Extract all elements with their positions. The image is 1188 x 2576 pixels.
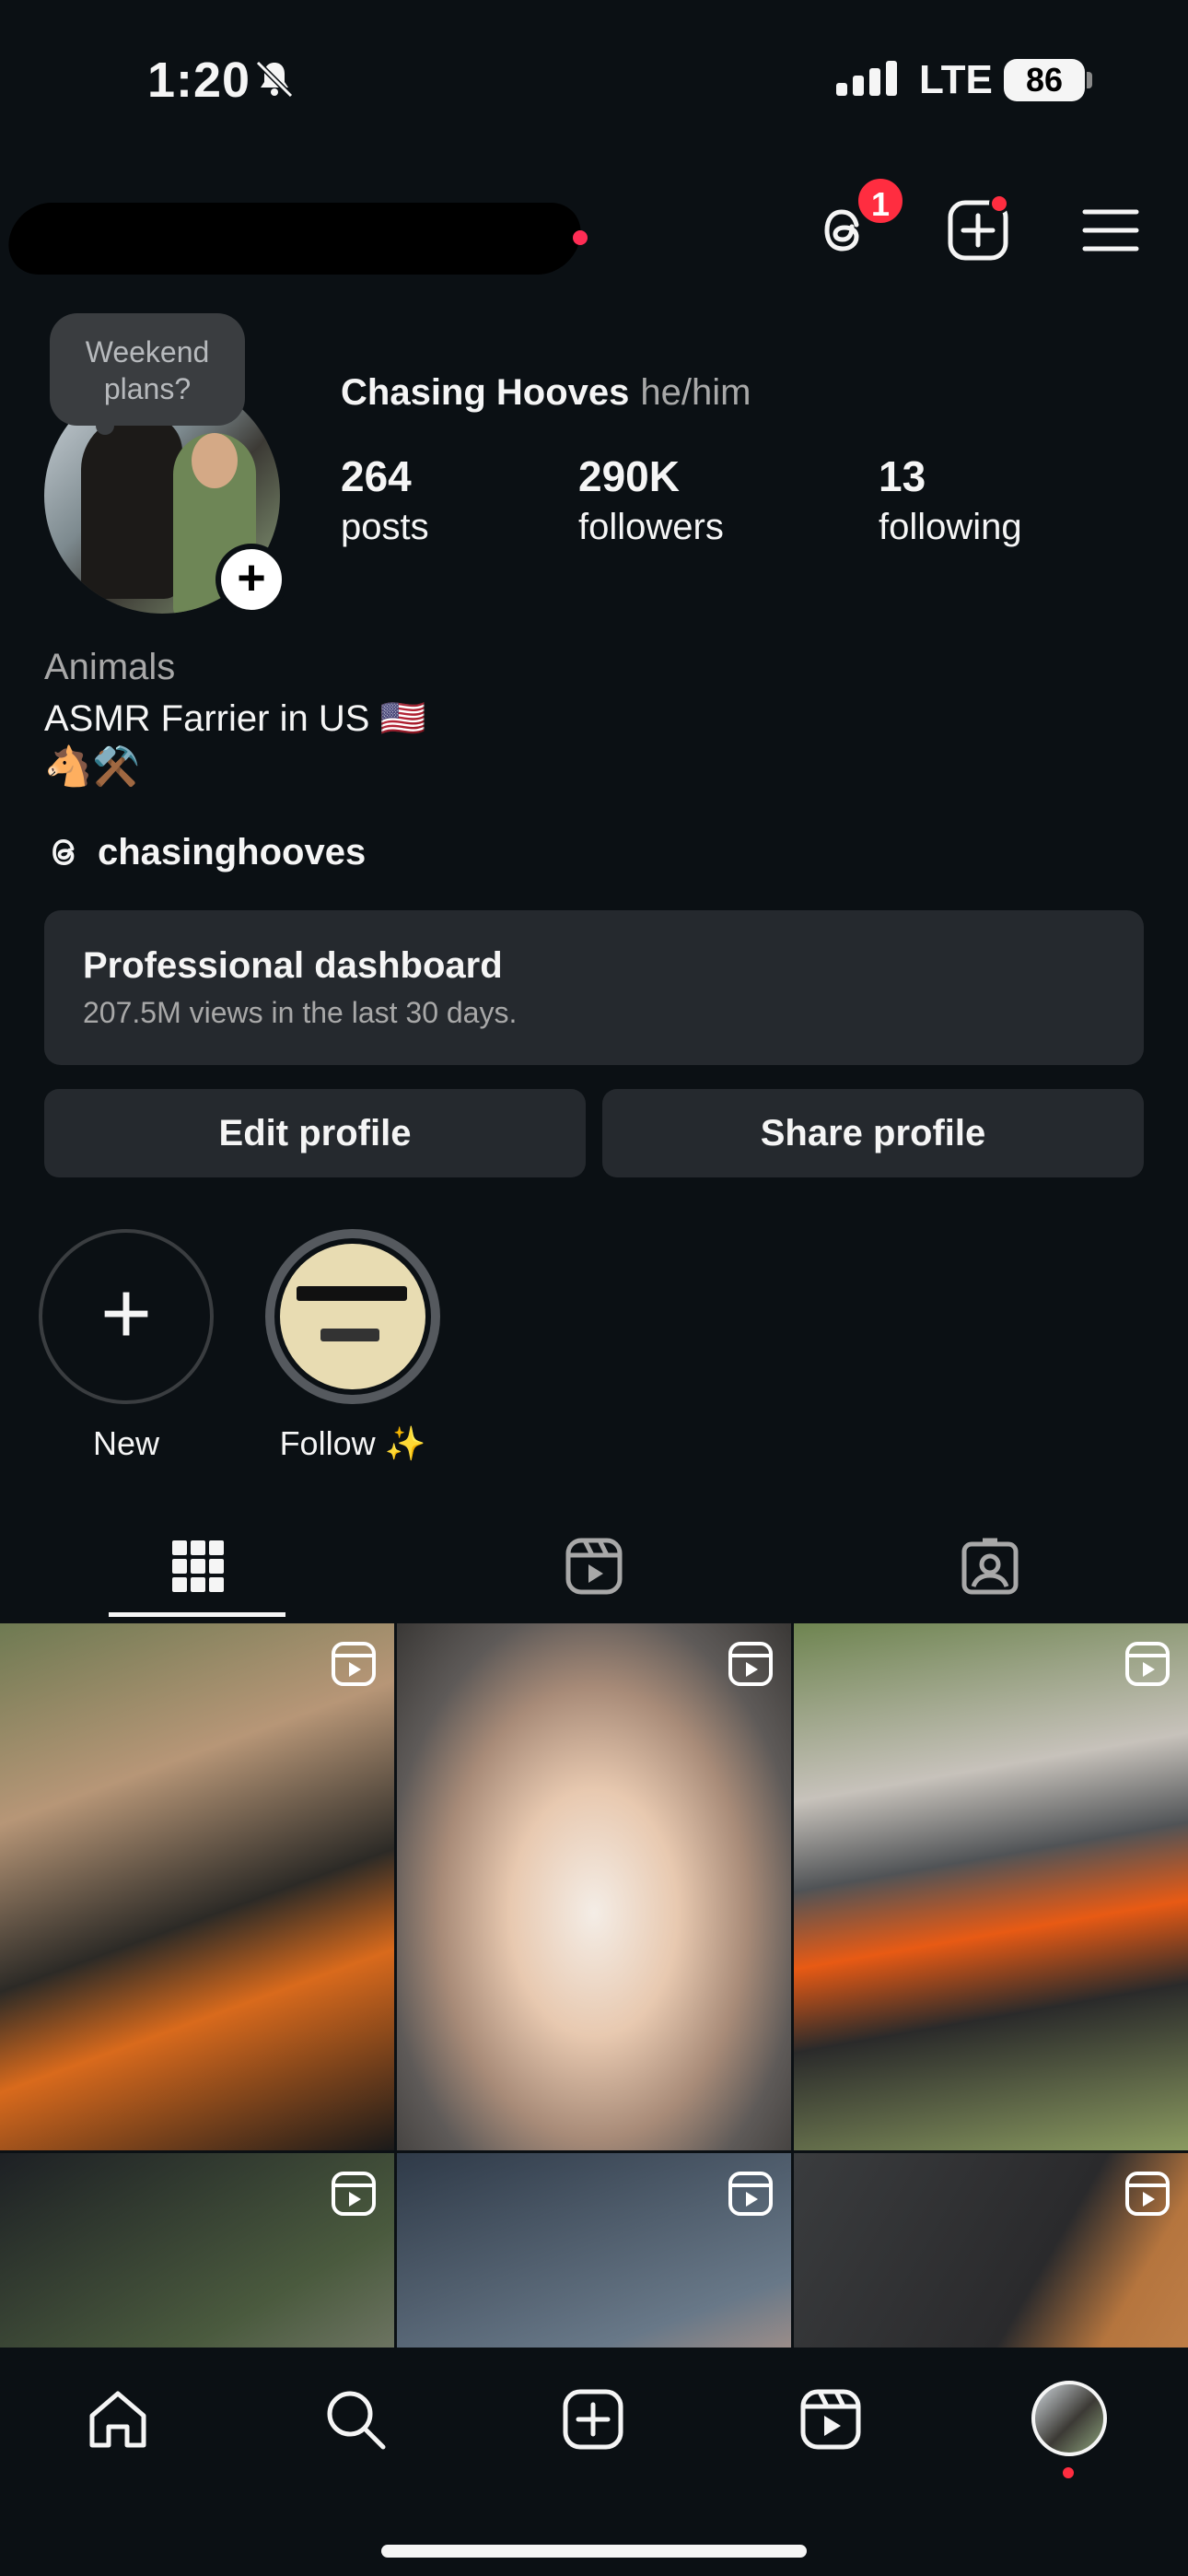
new-highlight-circle: + (39, 1229, 214, 1404)
tab-reels[interactable] (396, 1511, 792, 1622)
dashboard-subtitle: 207.5M views in the last 30 days. (83, 996, 518, 1029)
avatar-horse (81, 415, 182, 599)
cover-bar-top (297, 1286, 407, 1301)
cover-bar-bottom (320, 1329, 379, 1341)
bio-line-1: ASMR Farrier in US 🇺🇸 (44, 698, 426, 739)
tagged-icon (961, 1538, 1019, 1595)
reel-icon (1125, 2172, 1170, 2216)
home-icon (89, 2391, 146, 2448)
reels-icon (800, 2389, 861, 2450)
reel-icon (332, 1642, 376, 1686)
highlight-new[interactable]: + New (39, 1229, 214, 1463)
posts-label: posts (341, 507, 429, 547)
following-label: following (879, 507, 1022, 547)
grid-post[interactable] (0, 2153, 394, 2348)
posts-number: 264 (341, 452, 412, 500)
tab-grid[interactable] (0, 1511, 396, 1622)
profile-notification-dot (1063, 2467, 1074, 2478)
add-story-button[interactable]: + (215, 544, 287, 615)
tab-tagged[interactable] (792, 1511, 1188, 1622)
reel-icon (728, 2172, 773, 2216)
threads-link-icon (52, 838, 75, 866)
avatar-head (192, 433, 238, 488)
username-notification-dot (573, 230, 588, 245)
threads-badge: 1 (855, 175, 906, 227)
create-notification-dot (989, 193, 1009, 214)
plus-square-icon (563, 2389, 623, 2450)
display-name-text: Chasing Hooves (341, 372, 630, 413)
display-name: Chasing Hooves he/him (341, 372, 751, 414)
nav-create[interactable] (556, 2383, 630, 2456)
grid-post[interactable] (794, 1623, 1188, 2150)
pronouns: he/him (640, 372, 751, 413)
reel-icon (332, 2172, 376, 2216)
network-label: LTE (919, 57, 993, 102)
following-count[interactable]: 13 following (879, 451, 1022, 548)
posts-grid (0, 1623, 1188, 2348)
reel-icon (728, 1642, 773, 1686)
follow-highlight-circle (265, 1229, 440, 1404)
username-switcher[interactable] (3, 203, 587, 275)
highlight-follow[interactable]: Follow ✨ (265, 1229, 440, 1463)
professional-dashboard[interactable]: Professional dashboard 207.5M views in t… (44, 910, 1144, 1065)
plus-icon: + (99, 1264, 153, 1363)
menu-icon[interactable] (1077, 197, 1144, 263)
threads-profile-link[interactable]: chasinghooves (44, 829, 366, 875)
profile-tabs (0, 1511, 1188, 1622)
followers-number: 290K (578, 452, 680, 500)
active-tab-indicator (109, 1612, 285, 1617)
grid-post[interactable] (397, 1623, 791, 2150)
nav-reels[interactable] (794, 2383, 868, 2456)
grid-post[interactable] (0, 1623, 394, 2150)
grid-post[interactable] (397, 2153, 791, 2348)
profile-header: 1 (0, 175, 1188, 286)
nav-home[interactable] (81, 2383, 155, 2456)
search-icon (327, 2391, 386, 2450)
status-bar: 1:20 LTE 86 (0, 0, 1188, 157)
highlight-label-follow: Follow ✨ (279, 1424, 426, 1462)
note-bubble[interactable]: Weekend plans? (50, 313, 245, 426)
grid-icon (172, 1540, 224, 1592)
battery-nub (1087, 72, 1092, 88)
posts-count[interactable]: 264 posts (341, 451, 429, 548)
bio-line-2: 🐴⚒️ (44, 744, 141, 788)
edit-profile-button[interactable]: Edit profile (44, 1089, 586, 1177)
highlight-label-new: New (92, 1424, 160, 1462)
battery-indicator: 86 (1004, 59, 1085, 101)
bell-muted-icon (255, 60, 294, 99)
reel-icon (1125, 1642, 1170, 1686)
grid-post[interactable] (794, 2153, 1188, 2348)
nav-search[interactable] (319, 2383, 392, 2456)
bottom-navigation (0, 2348, 1188, 2576)
share-profile-button[interactable]: Share profile (602, 1089, 1144, 1177)
followers-label: followers (578, 507, 724, 547)
following-number: 13 (879, 452, 926, 500)
home-indicator (381, 2545, 807, 2558)
profile-category: Animals (44, 647, 176, 687)
reels-icon (565, 1538, 623, 1595)
followers-count[interactable]: 290K followers (578, 451, 724, 548)
highlight-cover-image (280, 1244, 425, 1389)
dashboard-title: Professional dashboard (83, 945, 503, 986)
status-time: 1:20 (147, 53, 251, 108)
threads-handle: chasinghooves (98, 831, 367, 872)
nav-profile-avatar[interactable] (1031, 2381, 1107, 2456)
signal-icon (836, 61, 897, 96)
